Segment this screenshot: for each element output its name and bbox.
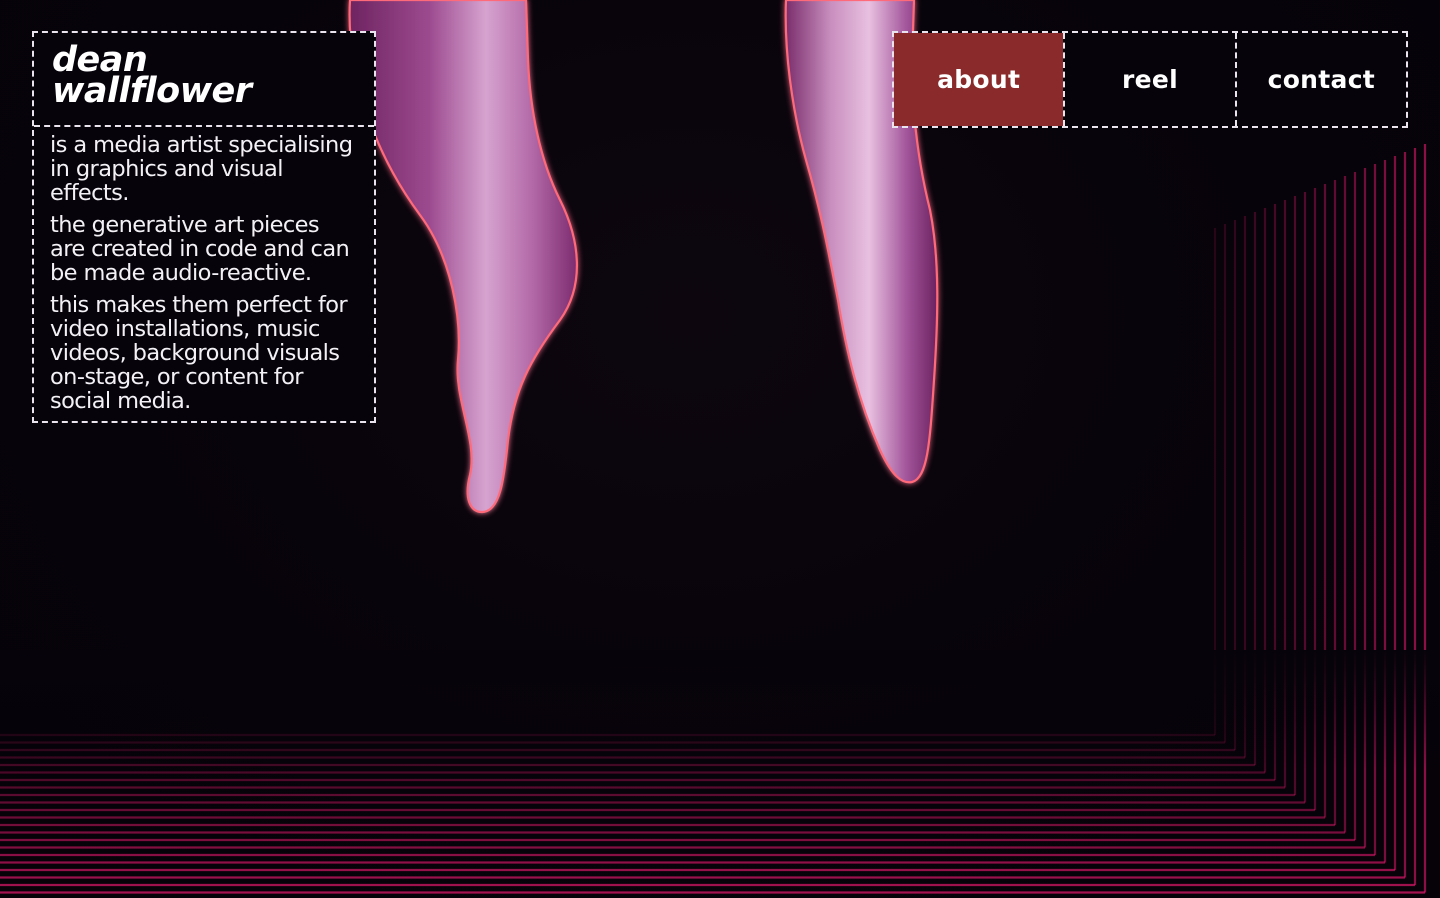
main-nav: about reel contact — [892, 31, 1408, 128]
bio-paragraph: the generative art pieces are created in… — [50, 212, 350, 286]
bio-paragraph: this makes them perfect for video instal… — [50, 292, 348, 414]
page: dean wallflower is a media artist specia… — [0, 0, 1440, 898]
nav-item-about[interactable]: about — [894, 33, 1064, 126]
bio-text: is a media artist specialising in graphi… — [34, 127, 374, 421]
nav-item-contact[interactable]: contact — [1234, 33, 1406, 126]
nav-item-reel[interactable]: reel — [1063, 33, 1235, 126]
intro-panel: dean wallflower is a media artist specia… — [32, 31, 376, 423]
brand-logo[interactable]: dean wallflower — [34, 33, 374, 127]
stripe-fade — [0, 650, 1440, 770]
bio-paragraph: is a media artist specialising in graphi… — [50, 132, 353, 206]
brand-name-last: wallflower — [52, 71, 252, 111]
